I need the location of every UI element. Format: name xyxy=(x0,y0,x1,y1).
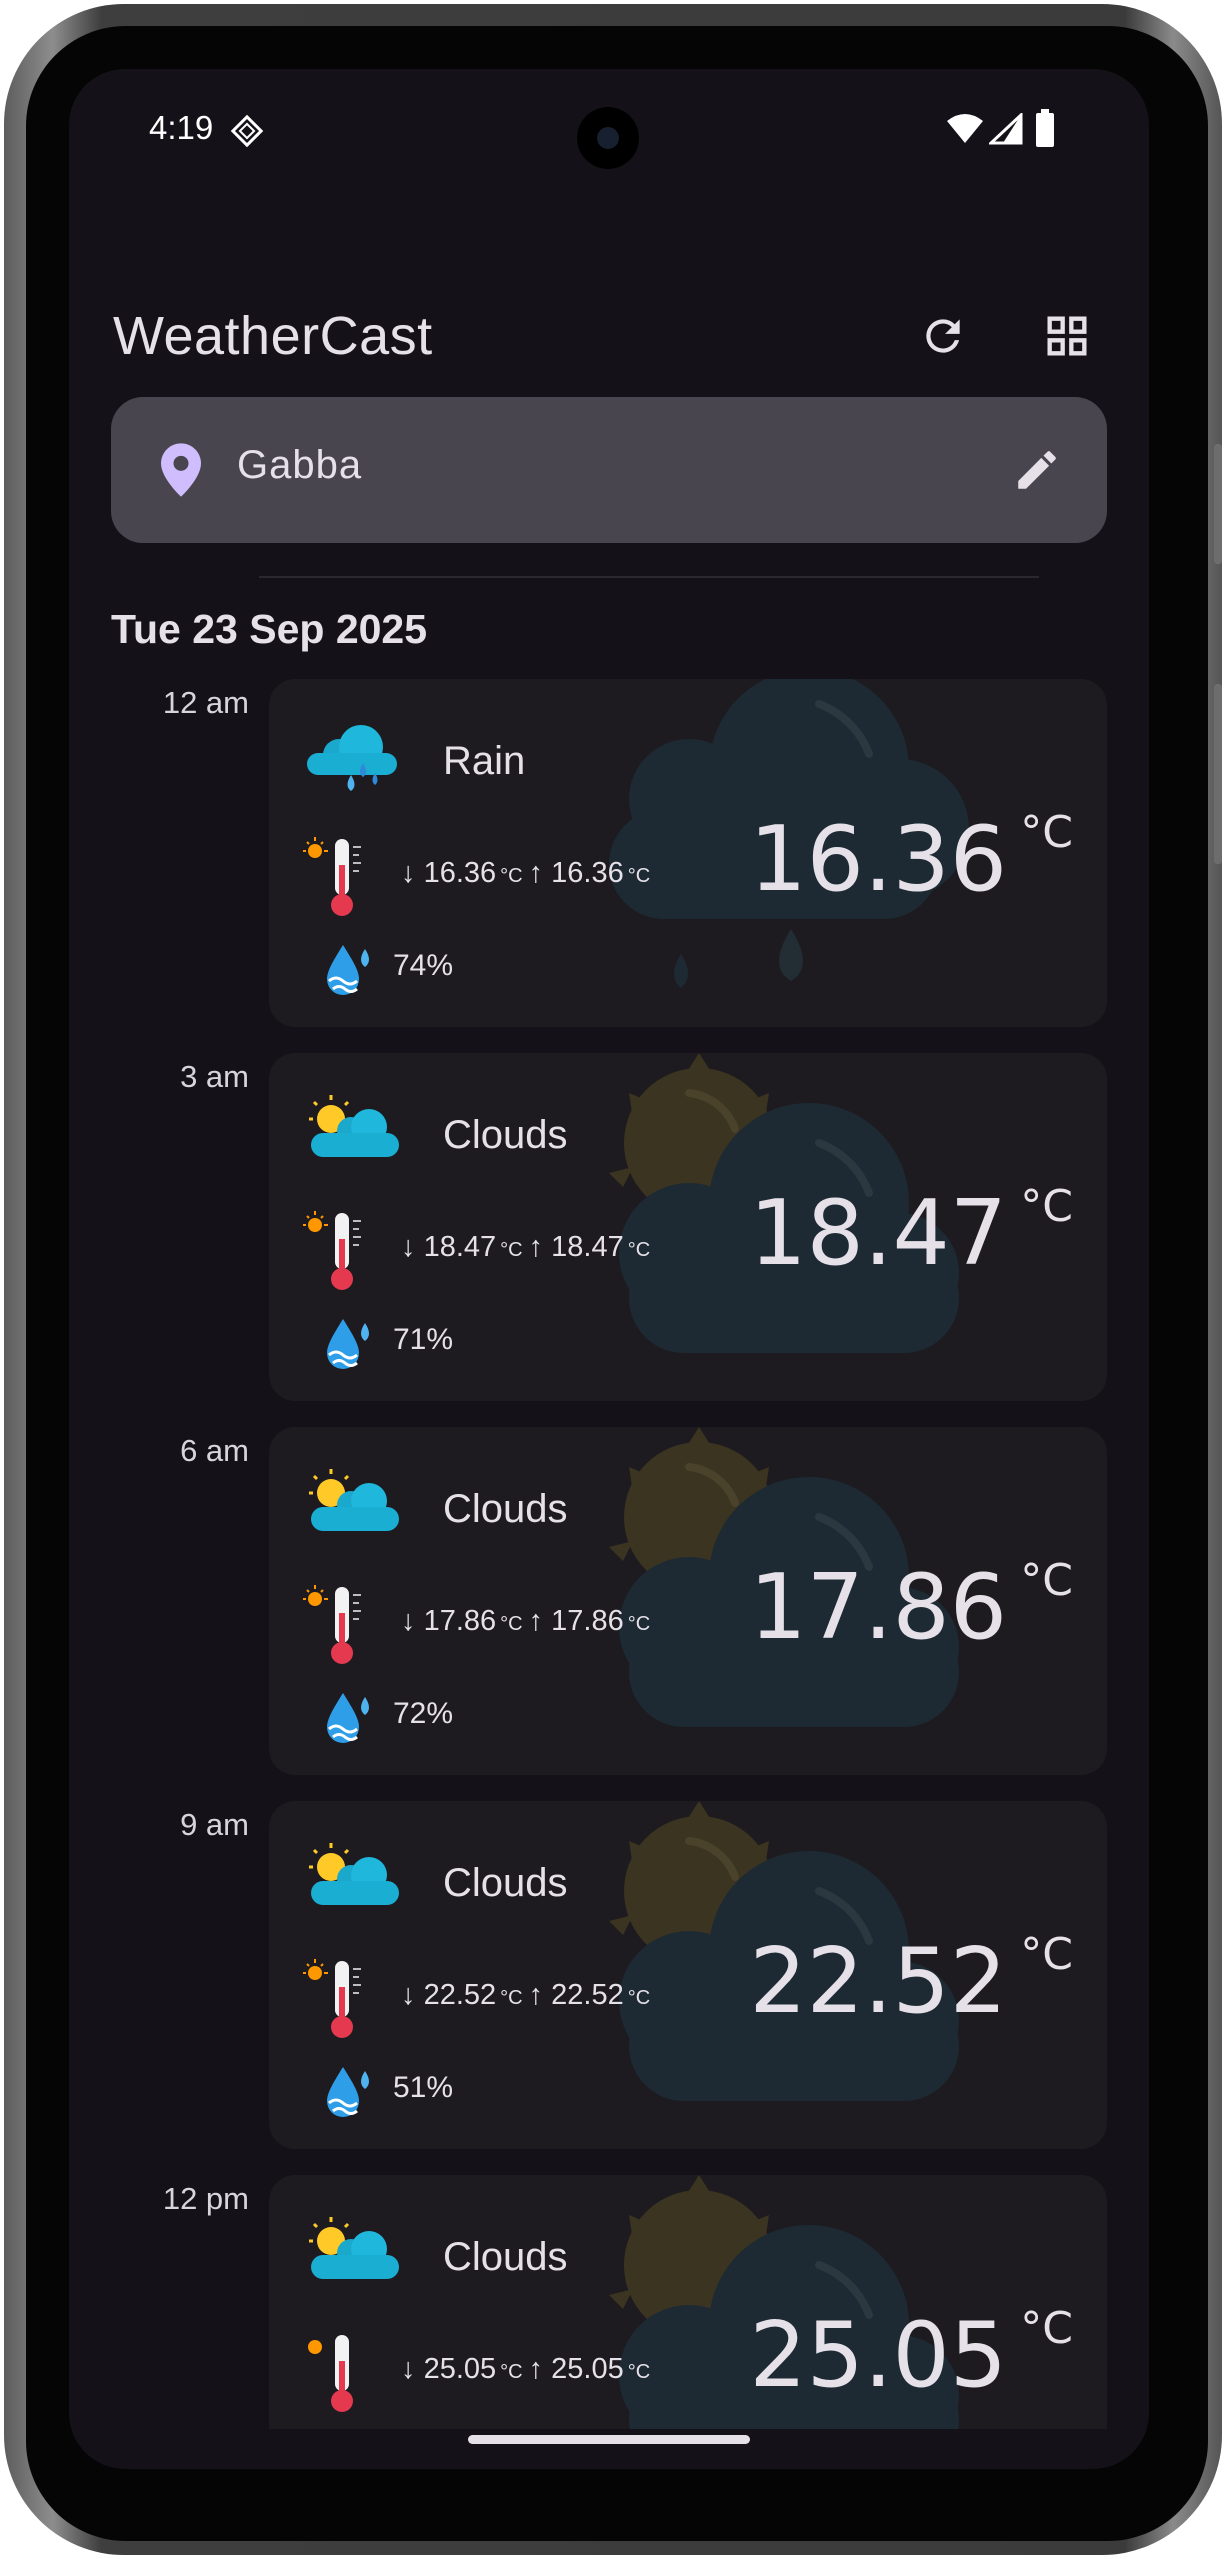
forecast-time: 12 am xyxy=(162,685,249,720)
status-time: 4:19 xyxy=(149,109,214,146)
temperature-value: 25.05 xyxy=(749,2303,1007,2408)
max-temp: 22.52 xyxy=(551,1979,624,2011)
thermometer-icon xyxy=(303,837,361,916)
screen: 4:19 WeatherCast Gabba Tue 23 Sep 2025 1… xyxy=(69,69,1149,2469)
date-header: Tue 23 Sep 2025 xyxy=(111,606,428,652)
forecast-card[interactable]: Clouds ↓ 18.47 °C ↑ 18.47 °C 71% 18.47 °… xyxy=(269,1053,1107,1401)
volume-button xyxy=(1214,444,1222,564)
grid-view-button[interactable] xyxy=(1031,300,1103,372)
notification-icon xyxy=(230,114,264,148)
max-temp: 25.05 xyxy=(551,2353,624,2385)
forecast-condition: Clouds xyxy=(443,2235,568,2279)
edit-icon xyxy=(1018,451,1056,489)
forecast-card[interactable]: Rain ↓ 16.36 °C ↑ 16.36 °C 74% 16.36 °C xyxy=(269,679,1107,1027)
wifi-icon xyxy=(947,114,983,143)
forecast-condition: Clouds xyxy=(443,1487,568,1531)
forecast-time: 6 am xyxy=(180,1433,249,1468)
app-bar: WeatherCast xyxy=(69,239,1149,369)
edit-location-button[interactable] xyxy=(1001,434,1073,506)
forecast-card[interactable]: Clouds ↓ 22.52 °C ↑ 22.52 °C 51% 22.52 °… xyxy=(269,1801,1107,2149)
temperature-value: 22.52 xyxy=(749,1929,1007,2034)
power-button xyxy=(1214,684,1222,864)
thermometer-icon xyxy=(303,1211,361,1290)
humidity-icon xyxy=(327,1693,369,1743)
min-temp: 17.86 xyxy=(423,1605,497,1637)
forecast-time: 12 pm xyxy=(162,2181,249,2216)
temperature-unit: °C xyxy=(1020,1929,1073,1980)
temperature-value: 17.86 xyxy=(749,1555,1007,1660)
rain-cloud-icon xyxy=(307,725,397,791)
max-temp: 18.47 xyxy=(551,1231,624,1263)
humidity-value: 51% xyxy=(393,2071,454,2104)
max-temp: 17.86 xyxy=(551,1605,624,1637)
forecast-row: 3 am Clouds ↓ 18.47 °C ↑ 18.47 °C 71% 18… xyxy=(69,1053,1149,1401)
humidity-icon xyxy=(327,945,369,995)
temperature-unit: °C xyxy=(1020,1555,1073,1606)
signal-icon xyxy=(989,113,1023,145)
forecast-condition: Clouds xyxy=(443,1113,568,1157)
humidity-icon xyxy=(327,1319,369,1369)
location-pin-icon xyxy=(161,443,201,497)
min-max-temp: ↓ 16.36 °C ↑ 16.36 °C xyxy=(401,857,651,889)
thermometer-icon xyxy=(303,1959,361,2038)
min-temp: 22.52 xyxy=(423,1979,497,2011)
forecast-list[interactable]: 12 am Rain ↓ 16.36 °C ↑ 16.36 °C 74% 16.… xyxy=(69,679,1149,2429)
gesture-nav-handle[interactable] xyxy=(468,2435,750,2444)
humidity-value: 72% xyxy=(393,1697,454,1730)
temperature-unit: °C xyxy=(1020,807,1073,858)
grid-view-icon xyxy=(1047,316,1087,356)
forecast-condition: Clouds xyxy=(443,1861,568,1905)
sun-behind-cloud-icon xyxy=(309,2217,399,2279)
thermometer-icon xyxy=(308,2335,353,2412)
humidity-value: 74% xyxy=(393,949,454,982)
forecast-row: 6 am Clouds ↓ 17.86 °C ↑ 17.86 °C 72% 17… xyxy=(69,1427,1149,1775)
temperature-unit: °C xyxy=(1020,1181,1073,1232)
humidity-icon xyxy=(327,2067,369,2117)
humidity-value: 71% xyxy=(393,1323,454,1356)
refresh-icon xyxy=(926,319,960,353)
temperature-unit: °C xyxy=(1020,2303,1073,2354)
forecast-row: 12 pm Clouds ↓ 25.05 °C ↑ 25.05 °C 25.05… xyxy=(69,2175,1149,2429)
location-value: Gabba xyxy=(237,443,363,487)
forecast-row: 12 am Rain ↓ 16.36 °C ↑ 16.36 °C 74% 16.… xyxy=(69,679,1149,1027)
sun-behind-cloud-icon xyxy=(309,1469,399,1531)
status-bar: 4:19 xyxy=(69,69,1149,189)
refresh-button[interactable] xyxy=(907,300,979,372)
min-max-temp: ↓ 22.52 °C ↑ 22.52 °C xyxy=(401,1979,651,2011)
min-max-temp: ↓ 25.05 °C ↑ 25.05 °C xyxy=(401,2353,651,2385)
forecast-card[interactable]: Clouds ↓ 17.86 °C ↑ 17.86 °C 72% 17.86 °… xyxy=(269,1427,1107,1775)
min-temp: 18.47 xyxy=(423,1231,497,1263)
location-field[interactable]: Gabba xyxy=(111,397,1107,543)
front-camera xyxy=(577,107,639,169)
min-max-temp: ↓ 18.47 °C ↑ 18.47 °C xyxy=(401,1231,651,1263)
divider xyxy=(259,576,1039,578)
min-temp: 25.05 xyxy=(423,2353,497,2385)
forecast-card[interactable]: Clouds ↓ 25.05 °C ↑ 25.05 °C 25.05 °C xyxy=(269,2175,1107,2429)
min-temp: 16.36 xyxy=(423,857,497,889)
forecast-time: 3 am xyxy=(180,1059,249,1094)
app-title: WeatherCast xyxy=(113,306,433,366)
temperature-value: 16.36 xyxy=(749,807,1007,912)
sun-behind-cloud-icon xyxy=(309,1843,399,1905)
max-temp: 16.36 xyxy=(551,857,624,889)
battery-icon xyxy=(1036,109,1054,147)
forecast-row: 9 am Clouds ↓ 22.52 °C ↑ 22.52 °C 51% 22… xyxy=(69,1801,1149,2149)
temperature-value: 18.47 xyxy=(749,1181,1007,1286)
forecast-time: 9 am xyxy=(180,1807,249,1842)
thermometer-icon xyxy=(303,1585,361,1664)
sun-behind-cloud-icon xyxy=(309,1095,399,1157)
forecast-condition: Rain xyxy=(443,739,526,783)
min-max-temp: ↓ 17.86 °C ↑ 17.86 °C xyxy=(401,1605,651,1637)
